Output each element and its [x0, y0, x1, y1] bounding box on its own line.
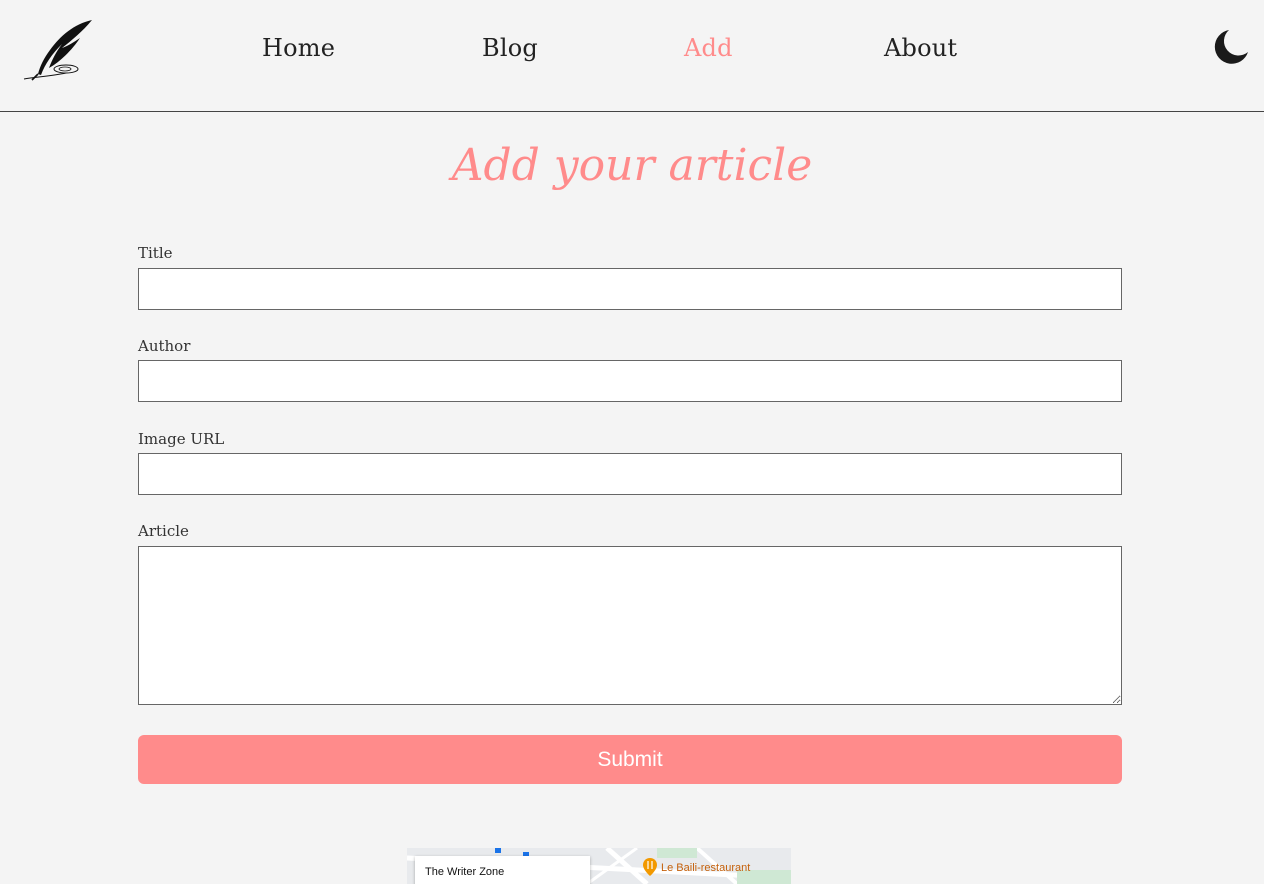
nav-blog[interactable]: Blog [482, 34, 538, 62]
moon-icon[interactable] [1212, 28, 1250, 66]
map-poi-label: Le Baili-restaurant [661, 862, 751, 874]
nav-home[interactable]: Home [262, 34, 335, 62]
map-place-card[interactable]: The Writer Zone [415, 856, 590, 884]
article-label: Article [138, 522, 189, 540]
quill-pen-icon[interactable] [22, 18, 94, 82]
title-input[interactable] [138, 268, 1122, 310]
submit-button[interactable]: Submit [138, 735, 1122, 784]
title-label: Title [138, 244, 173, 262]
author-input[interactable] [138, 360, 1122, 402]
site-header: Home Blog Add About [0, 0, 1264, 112]
nav-add[interactable]: Add [684, 34, 733, 62]
author-label: Author [138, 337, 191, 355]
image-url-label: Image URL [138, 430, 225, 448]
image-url-input[interactable] [138, 453, 1122, 495]
nav-about[interactable]: About [884, 34, 957, 62]
article-textarea[interactable] [138, 546, 1122, 705]
embedded-map[interactable]: The Writer Zone Le Baili-restaurant [407, 848, 791, 884]
restaurant-pin-icon[interactable] [643, 858, 657, 876]
map-place-title: The Writer Zone [425, 866, 505, 878]
page-title: Add your article [451, 140, 813, 191]
